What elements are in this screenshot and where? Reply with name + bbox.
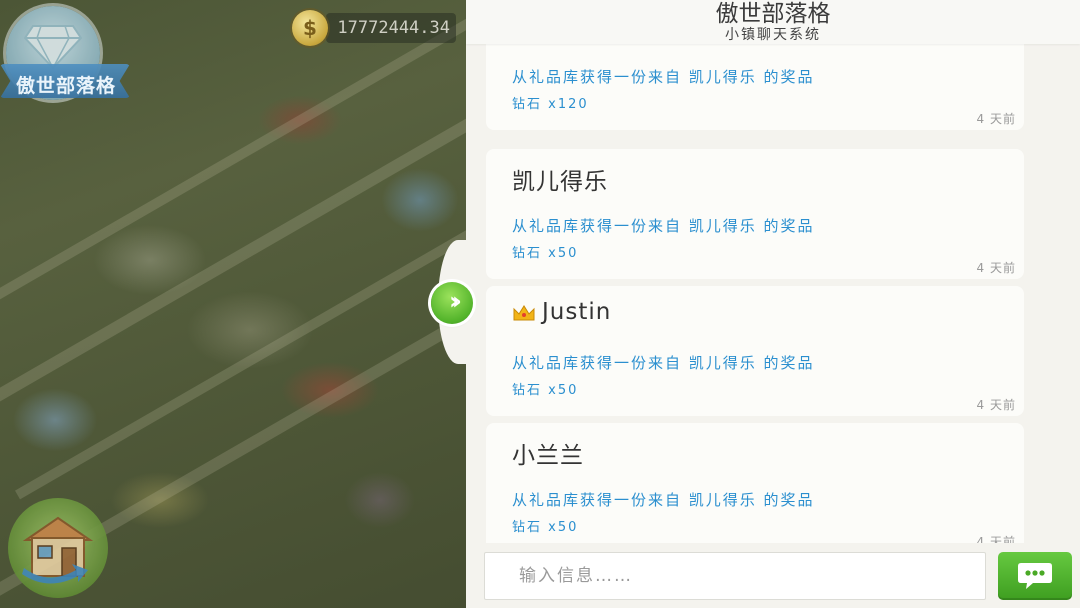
chat-panel: 傲世部落格 小镇聊天系统 从礼品库获得一份来自 凯儿得乐 的奖品 钻石 x120… bbox=[466, 0, 1080, 608]
house-shop-button[interactable] bbox=[8, 498, 108, 598]
message-reward: 钻石 x120 bbox=[512, 97, 589, 112]
message-text: 从礼品库获得一份来自 凯儿得乐 的奖品 bbox=[512, 354, 815, 372]
coin-amount: 17772444.34 bbox=[326, 13, 456, 43]
chat-subtitle: 小镇聊天系统 bbox=[725, 27, 821, 43]
message-time: 4 天前 bbox=[976, 398, 1016, 412]
message-text: 从礼品库获得一份来自 凯儿得乐 的奖品 bbox=[512, 491, 815, 509]
sender-name-row[interactable]: Justin bbox=[512, 299, 611, 325]
chat-header: 傲世部落格 小镇聊天系统 bbox=[466, 0, 1080, 44]
coin-counter: 17772444.34 $ bbox=[292, 10, 457, 46]
diamond-icon bbox=[23, 25, 83, 70]
collapse-panel-button[interactable]: ›› bbox=[431, 282, 473, 324]
sender-name: Justin bbox=[542, 299, 612, 325]
chat-input-bar bbox=[466, 543, 1080, 608]
message-reward: 钻石 x50 bbox=[512, 520, 579, 535]
coin-icon: $ bbox=[292, 10, 328, 46]
double-chevron-right-icon: ›› bbox=[449, 287, 462, 315]
crown-icon bbox=[513, 304, 535, 320]
chat-title: 傲世部落格 bbox=[715, 1, 831, 27]
message-text: 从礼品库获得一份来自 凯儿得乐 的奖品 bbox=[512, 217, 815, 235]
game-scene-background: 傲世部落格 17772444.34 $ bbox=[0, 0, 466, 608]
sender-name[interactable]: 小兰兰 bbox=[512, 436, 584, 470]
sender-name[interactable]: 凯儿得乐 bbox=[512, 162, 608, 196]
message-reward: 钻石 x50 bbox=[512, 383, 579, 398]
message-card: 凯儿得乐 从礼品库获得一份来自 凯儿得乐 的奖品 钻石 x50 4 天前 bbox=[486, 149, 1024, 279]
message-list[interactable]: 从礼品库获得一份来自 凯儿得乐 的奖品 钻石 x120 4 天前 凯儿得乐 从礼… bbox=[486, 44, 1024, 543]
message-reward: 钻石 x50 bbox=[512, 246, 579, 261]
message-card: 小兰兰 从礼品库获得一份来自 凯儿得乐 的奖品 钻石 x50 4 天前 bbox=[486, 423, 1024, 543]
send-button[interactable] bbox=[998, 552, 1072, 600]
message-time: 4 天前 bbox=[976, 261, 1016, 275]
message-time: 4 天前 bbox=[976, 535, 1016, 543]
message-text: 从礼品库获得一份来自 凯儿得乐 的奖品 bbox=[512, 68, 815, 86]
chat-bubble-icon bbox=[1018, 563, 1052, 589]
message-input[interactable] bbox=[484, 552, 986, 600]
message-card: Justin 从礼品库获得一份来自 凯儿得乐 的奖品 钻石 x50 4 天前 bbox=[486, 286, 1024, 416]
message-card: 从礼品库获得一份来自 凯儿得乐 的奖品 钻石 x120 4 天前 bbox=[486, 44, 1024, 130]
brand-name: 傲世部落格 bbox=[15, 75, 116, 97]
message-time: 4 天前 bbox=[976, 112, 1016, 126]
house-shop-icon bbox=[22, 516, 94, 584]
